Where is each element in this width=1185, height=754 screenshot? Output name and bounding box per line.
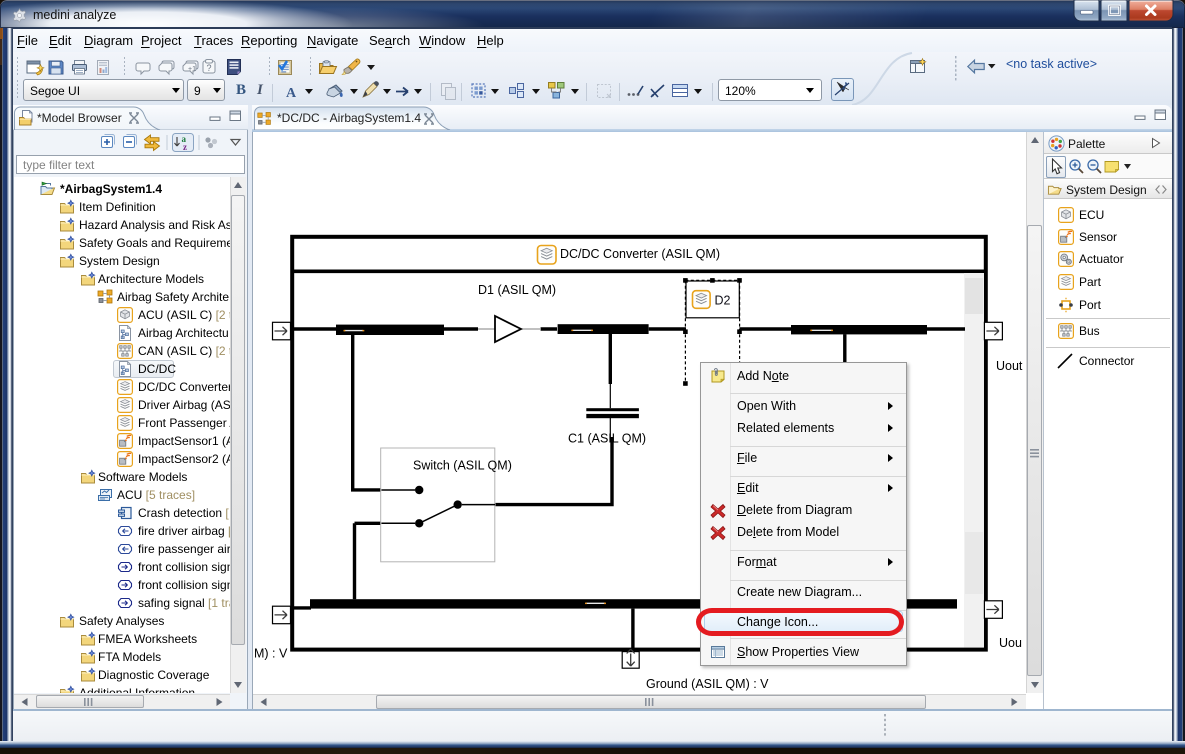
svg-text:+1: +1 — [188, 66, 196, 73]
svg-text:D1 (ASIL QM): D1 (ASIL QM) — [478, 283, 556, 297]
svg-text:Uou: Uou — [999, 636, 1022, 650]
svg-text:z: z — [183, 142, 187, 152]
svg-text:C1 (ASIL QM): C1 (ASIL QM) — [568, 432, 646, 446]
svg-text:A: A — [286, 86, 297, 101]
svg-text:DC/DC Converter (ASIL QM): DC/DC Converter (ASIL QM) — [560, 247, 720, 261]
svg-text:Ground (ASIL QM) : V: Ground (ASIL QM) : V — [646, 677, 769, 691]
svg-text:Uout: Uout — [996, 359, 1023, 373]
svg-text:?: ? — [207, 63, 212, 73]
svg-text:M) : V: M) : V — [254, 647, 288, 661]
svg-text:Switch (ASIL QM): Switch (ASIL QM) — [413, 459, 512, 473]
svg-text:D2: D2 — [715, 294, 731, 308]
